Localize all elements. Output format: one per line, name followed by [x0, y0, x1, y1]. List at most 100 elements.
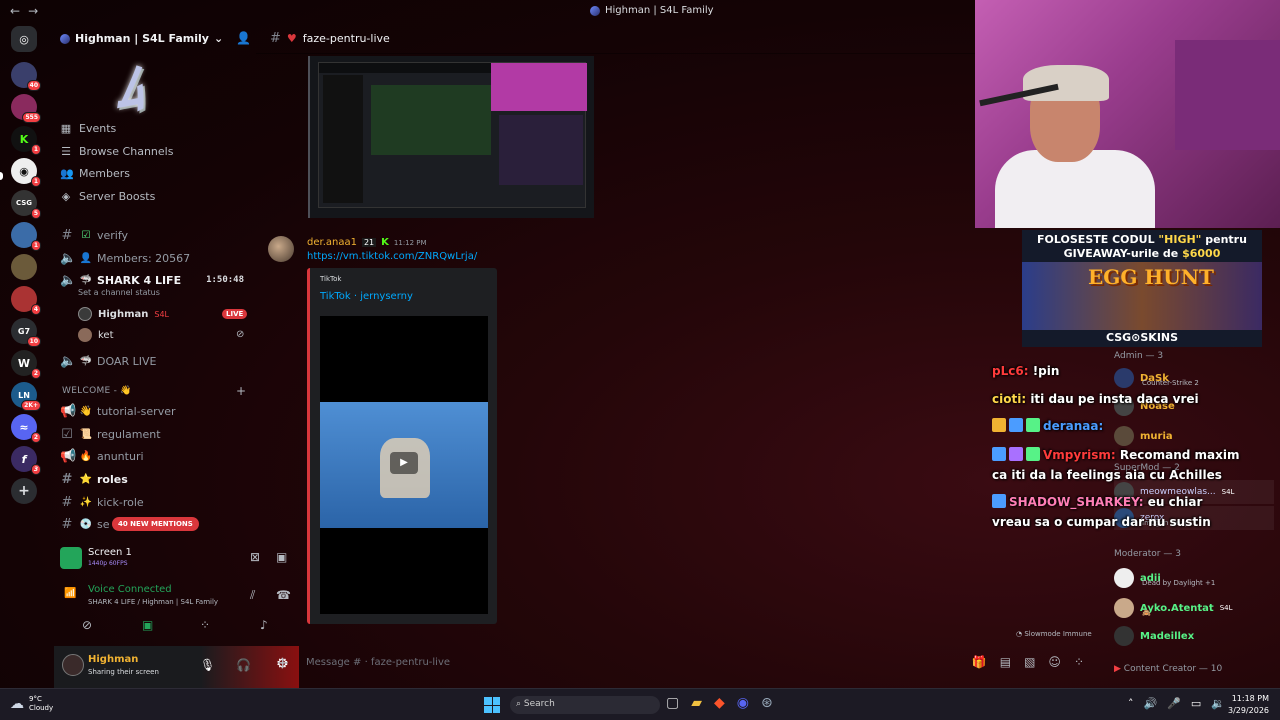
server-icon[interactable]: W2: [11, 350, 41, 379]
server-icon[interactable]: 40: [11, 62, 41, 91]
channel-emoji: 🔥: [79, 450, 93, 462]
task-view-icon[interactable]: ▢: [666, 695, 679, 711]
screen-share-toggle-icon[interactable]: ▣: [142, 618, 153, 632]
channel-regulament[interactable]: ☑ 📜 regulament: [60, 424, 250, 444]
invite-people-icon[interactable]: 👤: [236, 31, 251, 45]
attached-screenshot[interactable]: [308, 56, 594, 218]
server-icon[interactable]: 1: [11, 222, 41, 251]
taskbar-clock[interactable]: 11:18 PM 3/29/2026: [1228, 693, 1269, 717]
headphones-icon[interactable]: 🎧: [236, 658, 251, 672]
live-badge: LIVE: [222, 309, 248, 319]
volume-icon[interactable]: 🔉: [1211, 697, 1225, 710]
channel-status[interactable]: Set a channel status: [78, 288, 160, 297]
steam-icon[interactable]: ⊛: [761, 695, 773, 711]
csgo-skins-server-icon[interactable]: CSG 5: [11, 190, 41, 219]
voice-user[interactable]: Highman S4L: [78, 305, 169, 323]
embed-video[interactable]: ▶: [320, 316, 488, 614]
discord-app-icon[interactable]: ◉: [737, 695, 749, 711]
gif-icon[interactable]: ▤: [1000, 655, 1011, 669]
server-icon[interactable]: f3: [11, 446, 41, 475]
play-icon[interactable]: ▶: [390, 452, 418, 474]
gift-icon[interactable]: 🎁: [972, 655, 987, 669]
server-icon[interactable]: ≈2: [11, 414, 41, 443]
signal-icon[interactable]: 📶: [64, 588, 76, 599]
speaker-icon[interactable]: 🔊: [1144, 697, 1158, 710]
calendar-icon: ▦: [60, 121, 72, 135]
category-welcome[interactable]: WELCOME - 👋: [62, 386, 132, 396]
member-row[interactable]: Ayko.Atentat S4L 🙈: [1114, 596, 1232, 620]
server-menu-boosts[interactable]: ◈ Server Boosts: [60, 186, 156, 206]
display-icon[interactable]: ▭: [1191, 697, 1201, 710]
server-menu-events[interactable]: ▦ Events: [60, 118, 116, 138]
server-icon[interactable]: 4: [11, 286, 41, 315]
tray-chevron-icon[interactable]: ˄: [1128, 697, 1134, 710]
channel-name: DOAR LIVE: [97, 354, 157, 368]
server-icon[interactable]: G7 10: [11, 318, 41, 347]
channel-name: faze-pentru-live: [302, 32, 390, 45]
back-arrow-icon[interactable]: ←: [10, 4, 28, 18]
member-row[interactable]: adii Dead by Daylight +1: [1114, 566, 1215, 590]
message-header: der.anaa1 21 K 11:12 PM: [307, 237, 427, 248]
channel-kick-role[interactable]: # ✨ kick-role: [60, 492, 250, 512]
microphone-icon[interactable]: 🎙: [200, 658, 215, 672]
apps-icon[interactable]: ⁘: [1074, 655, 1084, 669]
voice-user[interactable]: ket: [78, 326, 114, 344]
avatar[interactable]: [268, 236, 294, 262]
channel-verify[interactable]: # ☑ verify: [60, 225, 250, 245]
server-menu-browse[interactable]: ☰ Browse Channels: [60, 141, 173, 161]
start-button[interactable]: [484, 697, 500, 713]
activities-icon[interactable]: ⁘: [200, 618, 210, 632]
voice-channel-doar-live[interactable]: 🔈 🦈 DOAR LIVE: [60, 351, 250, 371]
message-input[interactable]: Message # · faze-pentru-live: [306, 657, 450, 668]
chat-line: cioti: iti dau pe insta daca vrei: [992, 392, 1199, 406]
new-mentions-pill[interactable]: 40 NEW MENTIONS: [112, 517, 199, 531]
chat-user: Vmpyrism:: [1043, 448, 1116, 462]
sticker-icon[interactable]: ▧: [1024, 655, 1035, 669]
member-activity: 🙈: [1142, 609, 1151, 617]
camera-off-icon[interactable]: ⊘: [82, 618, 92, 632]
weather-widget[interactable]: ☁ 9°C Cloudy: [10, 695, 53, 713]
embed-title[interactable]: TikTok · jernyserny: [320, 291, 413, 302]
sponsor-text: FOLOSESTE CODUL: [1037, 233, 1159, 246]
server-icon[interactable]: [11, 254, 37, 280]
thumbnail-sidebar: [323, 75, 363, 203]
forward-arrow-icon[interactable]: →: [28, 4, 46, 18]
member-row[interactable]: Madeillex: [1114, 624, 1194, 648]
chat-text: Recomand maxim: [1119, 448, 1240, 462]
channel-tutorial-server[interactable]: 📢 👋 tutorial-server: [60, 401, 250, 421]
server-menu-members[interactable]: 👥 Members: [60, 163, 130, 183]
voice-location[interactable]: SHARK 4 LIFE / Highman | S4L Family: [88, 598, 218, 606]
youtube-icon: ▶: [1114, 664, 1121, 674]
shark-icon: 🦈: [79, 274, 93, 286]
channel-anunturi[interactable]: 📢 🔥 anunturi: [60, 446, 250, 466]
avatar: [78, 328, 92, 342]
kick-server-icon[interactable]: K1: [11, 126, 41, 155]
slowmode-text: Slowmode Immune: [1024, 630, 1092, 638]
history-nav[interactable]: ←→: [10, 4, 46, 18]
crown-badge-icon: [992, 418, 1006, 432]
voice-channel-shark[interactable]: 🔈 🦈 SHARK 4 LIFE 1:50:48: [60, 270, 250, 290]
mic-icon[interactable]: 🎤: [1167, 697, 1181, 710]
file-explorer-icon[interactable]: ▰: [691, 695, 702, 711]
channel-roles[interactable]: # ⭐ roles: [60, 469, 250, 489]
avatar[interactable]: [62, 654, 84, 676]
chat-user: pLc6:: [992, 364, 1029, 378]
emoji-icon[interactable]: ☺: [1048, 655, 1061, 669]
noise-suppression-icon[interactable]: ⫽: [250, 588, 255, 603]
create-channel-icon[interactable]: +: [236, 384, 246, 398]
author-name[interactable]: der.anaa1: [307, 237, 357, 248]
windows-logo-tile: [492, 697, 500, 705]
discord-home-icon[interactable]: ◎: [11, 26, 37, 52]
server-icon[interactable]: LN 2K+: [11, 382, 41, 411]
taskbar-search[interactable]: ⌕ Search: [510, 696, 660, 714]
unread-badge: 1: [30, 176, 41, 187]
channel-members-count[interactable]: 🔈 👤 Members: 20567: [60, 248, 250, 268]
channel-emoji: 👋: [79, 405, 93, 417]
brave-browser-icon[interactable]: ◆: [714, 695, 725, 711]
speaker-icon: 🔈: [60, 250, 77, 266]
add-server-icon[interactable]: +: [11, 478, 37, 504]
add-attachment-icon[interactable]: +: [276, 653, 289, 672]
server-icon[interactable]: ◉ 1: [11, 158, 41, 187]
server-icon[interactable]: 555: [11, 94, 41, 123]
message-link[interactable]: https://vm.tiktok.com/ZNRQwLrja/: [307, 251, 477, 262]
